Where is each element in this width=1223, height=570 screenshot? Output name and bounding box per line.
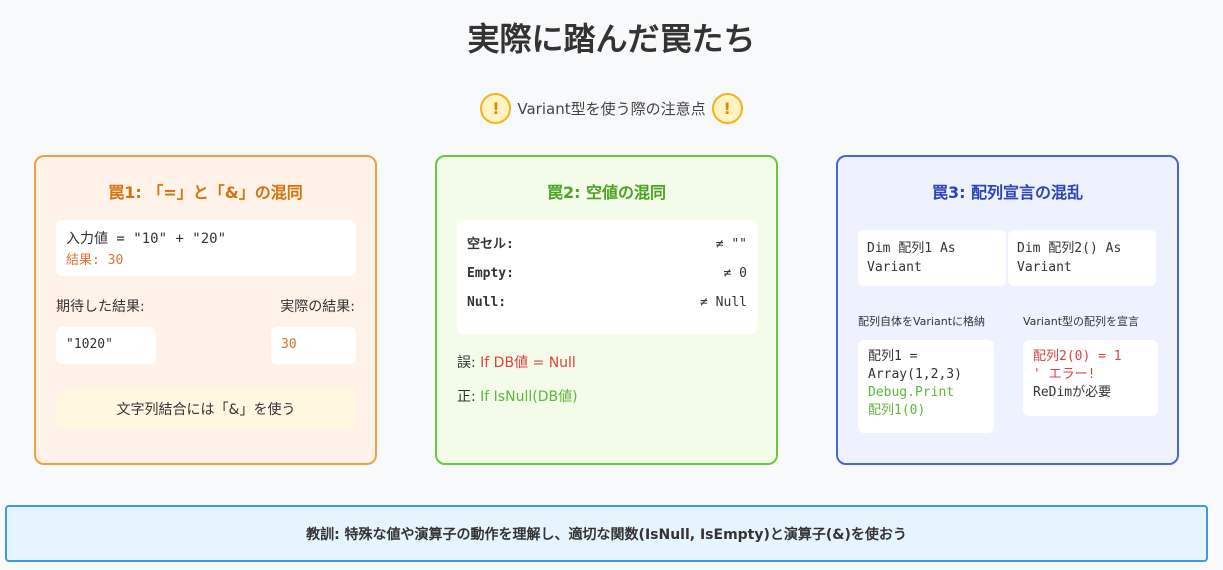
dim1-box: Dim 配列1 As Variant [858, 230, 1006, 286]
dim2-box: Dim 配列2() As Variant [1008, 230, 1156, 286]
warning-icon: ! [711, 92, 743, 124]
empty-values-box: 空セル: ≠ "" Empty: ≠ 0 Null: ≠ Null [457, 220, 757, 334]
empty-row-value: ≠ "" [715, 237, 747, 252]
code2-box: 配列2(0) = 1 ' エラー! ReDimが必要 [1023, 340, 1158, 416]
actual-value: 30 [271, 327, 356, 364]
trap1-title: 罠1: 「=」と「&」の混同 [108, 183, 303, 202]
actual-label: 実際の結果: [280, 299, 355, 315]
empty-row-value: ≠ Null [700, 295, 747, 310]
trap1-code-line: 入力値 = "10" + "20" [66, 231, 227, 247]
empty-row: Null: ≠ Null [467, 288, 747, 317]
empty-row-value: ≠ 0 [723, 266, 747, 281]
empty-row: Empty: ≠ 0 [467, 259, 747, 288]
empty-row: 空セル: ≠ "" [467, 230, 747, 259]
right-code: If IsNull(DB値) [480, 389, 578, 405]
expected-label: 期待した結果: [56, 299, 145, 315]
trap3-title: 罠3: 配列宣言の混乱 [931, 183, 1084, 202]
empty-row-key: Null: [467, 295, 507, 310]
dim2-label: Variant型の配列を宣言 [1023, 315, 1140, 328]
code2-line: ' エラー! [1033, 367, 1096, 382]
expected-value: "1020" [56, 327, 156, 364]
empty-row-key: Empty: [467, 266, 514, 281]
trap1-code-box: 入力値 = "10" + "20" 結果: 30 [56, 220, 356, 276]
wrong-example: 誤: If DB値 = Null [457, 352, 576, 372]
page-title: 実際に踏んだ罠たち [467, 20, 756, 58]
code1-line: 配列1 = [868, 349, 918, 364]
trap1-tip: 文字列結合には「&」を使う [56, 390, 356, 428]
code2-line: 配列2(0) = 1 [1033, 349, 1122, 364]
right-prefix: 正: [457, 389, 481, 405]
wrong-prefix: 誤: [457, 355, 481, 371]
subtitle: ! Variant型を使う際の注意点 ! [0, 92, 1223, 124]
code2-line: ReDimが必要 [1033, 385, 1112, 400]
trap2-title: 罠2: 空値の混同 [546, 183, 667, 202]
dim1-label: 配列自体をVariantに格納 [858, 315, 986, 328]
code1-line: Debug.Print [868, 385, 955, 400]
trap1-result-line: 結果: 30 [66, 253, 124, 268]
subtitle-text: Variant型を使う際の注意点 [517, 99, 706, 118]
trap1-card: 罠1: 「=」と「&」の混同 入力値 = "10" + "20" 結果: 30 … [34, 155, 377, 465]
empty-row-key: 空セル: [467, 237, 514, 252]
trap2-card: 罠2: 空値の混同 空セル: ≠ "" Empty: ≠ 0 Null: ≠ N… [435, 155, 778, 465]
trap3-card: 罠3: 配列宣言の混乱 Dim 配列1 As Variant Dim 配列2()… [836, 155, 1179, 465]
right-example: 正: If IsNull(DB値) [457, 386, 578, 406]
code1-box: 配列1 = Array(1,2,3) Debug.Print 配列1(0) [858, 340, 994, 433]
warning-icon: ! [480, 92, 512, 124]
wrong-code: If DB値 = Null [480, 355, 576, 371]
code1-line: Array(1,2,3) [868, 367, 962, 382]
lesson-banner: 教訓: 特殊な値や演算子の動作を理解し、適切な関数(IsNull, IsEmpt… [5, 505, 1208, 562]
code1-line: 配列1(0) [868, 403, 926, 418]
